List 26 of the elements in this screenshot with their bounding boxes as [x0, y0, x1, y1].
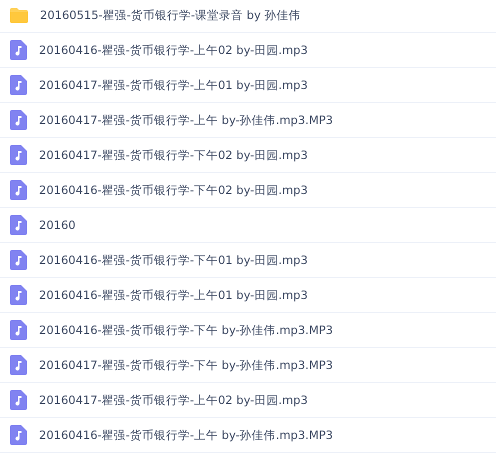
music-file-icon [10, 75, 27, 95]
file-name[interactable]: 20160416-瞿强-货币银行学-上午02 by-田园.mp3 [39, 42, 308, 58]
music-file-icon [10, 40, 27, 60]
music-file-icon [10, 425, 27, 445]
file-name[interactable]: 20160417-瞿强-货币银行学-上午01 by-田园.mp3 [39, 78, 308, 92]
file-name[interactable]: 20160417-瞿强-货币银行学-下午 by-孙佳伟.mp3.MP3 [39, 358, 333, 372]
file-name[interactable]: 20160417-瞿强-货币银行学-上午02 by-田园.mp3 [39, 392, 308, 408]
music-file-icon [10, 390, 27, 410]
file-name[interactable]: 20160416-瞿强-货币银行学-下午02 by-田园.mp3 [39, 182, 308, 198]
music-file-icon [10, 110, 27, 130]
file-name[interactable]: 20160417-瞿强-货币银行学-下午02 by-田园.mp3 [39, 148, 308, 162]
file-name[interactable]: 20160 [39, 218, 76, 232]
file-name[interactable]: 20160416-瞿强-货币银行学-上午01 by-田园.mp3 [39, 288, 308, 302]
file-name[interactable]: 20160515-瞿强-货币银行学-课堂录音 by 孙佳伟 [40, 8, 300, 22]
file-name[interactable]: 20160417-瞿强-货币银行学-上午 by-孙佳伟.mp3.MP3 [39, 112, 333, 128]
music-file-icon [10, 355, 27, 375]
music-file-icon [10, 250, 27, 270]
music-file-icon [10, 285, 27, 305]
file-name[interactable]: 20160416-瞿强-货币银行学-下午01 by-田园.mp3 [39, 252, 308, 268]
music-file-icon [10, 320, 27, 340]
music-file-icon [10, 180, 27, 200]
file-name[interactable]: 20160416-瞿强-货币银行学-下午 by-孙佳伟.mp3.MP3 [39, 322, 333, 338]
music-file-icon [10, 215, 27, 235]
music-file-icon [10, 145, 27, 165]
folder-icon [10, 8, 28, 22]
file-name[interactable]: 20160416-瞿强-货币银行学-上午 by-孙佳伟.mp3.MP3 [39, 428, 333, 442]
